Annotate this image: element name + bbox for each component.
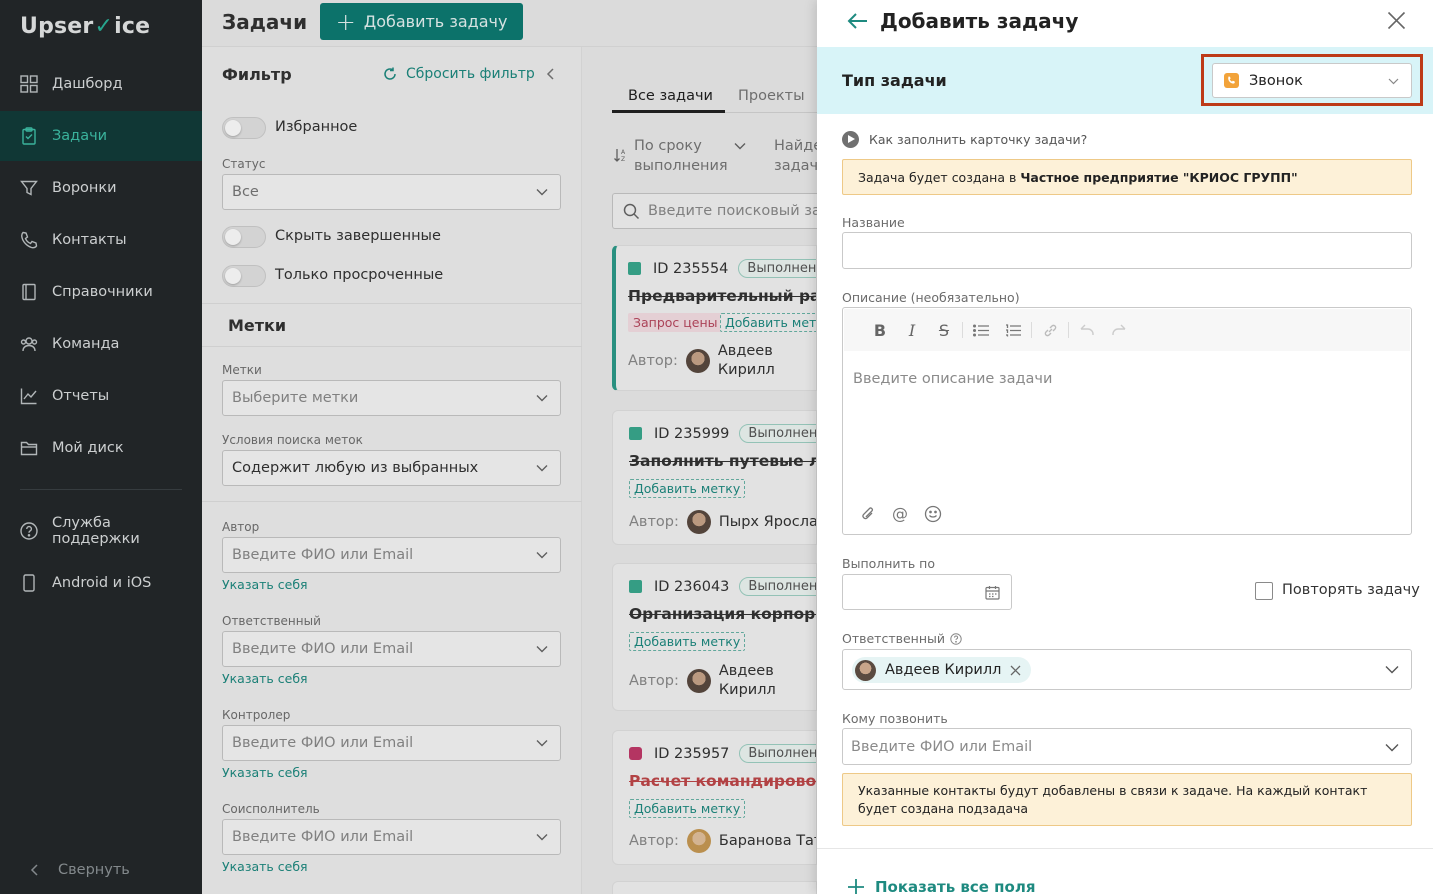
numbered-list-icon[interactable] [997,323,1029,337]
due-date-input[interactable] [842,574,1012,610]
responsible-label: Ответственный [842,631,962,646]
toolbar-separator [1031,322,1032,338]
call-to-select[interactable]: Введите ФИО или Email [842,728,1412,765]
italic-icon[interactable]: I [896,321,928,340]
chevron-down-icon [1385,666,1399,674]
due-date-label: Выполнить по [842,556,935,571]
attach-icon[interactable] [861,506,875,522]
emoji-icon[interactable] [924,505,942,523]
undo-icon[interactable] [1071,324,1103,336]
company-note: Задача будет создана в Частное предприят… [842,159,1412,195]
phone-type-icon [1224,73,1239,88]
description-editor[interactable]: B I S Введите описание задачи @ [842,307,1412,535]
link-icon[interactable] [1034,323,1066,338]
show-all-fields-button[interactable]: Показать все поля [847,878,1035,894]
strikethrough-icon[interactable]: S [928,321,960,340]
drawer-divider [817,848,1433,849]
repeat-task-label: Повторять задачу [1282,582,1420,598]
remove-chip-icon[interactable] [1010,665,1021,676]
contacts-note: Указанные контакты будут добавлены в свя… [842,773,1412,826]
redo-icon[interactable] [1103,324,1135,336]
responsible-select[interactable]: Авдеев Кирилл [842,649,1412,690]
chevron-down-icon [1388,78,1399,85]
company-note-prefix: Задача будет создана в [858,169,1021,185]
play-icon [842,131,859,148]
task-type-value: Звонок [1249,72,1303,89]
name-label: Название [842,215,905,230]
plus-icon [848,879,864,894]
drawer-title: Добавить задачу [880,9,1079,33]
mention-icon[interactable]: @ [892,504,908,523]
responsible-chip: Авдеев Кирилл [852,657,1032,683]
how-to-label: Как заполнить карточку задачи? [869,132,1088,147]
call-to-label: Кому позвонить [842,711,948,726]
show-all-label: Показать все поля [875,878,1036,894]
description-placeholder: Введите описание задачи [853,371,1053,387]
avatar [855,659,876,681]
repeat-task-checkbox[interactable] [1255,582,1273,600]
description-label: Описание (необязательно) [842,290,1020,305]
info-icon[interactable] [950,632,962,645]
task-name-input[interactable] [842,232,1412,269]
toolbar-separator [1068,322,1069,338]
how-to-fill-link[interactable]: Как заполнить карточку задачи? [842,131,1087,148]
company-name: Частное предприятие "КРИОС ГРУПП" [1020,169,1298,185]
back-arrow-icon[interactable] [847,12,869,30]
call-to-placeholder: Введите ФИО или Email [851,738,1033,755]
bold-icon[interactable]: B [864,321,896,340]
chevron-down-icon [1385,744,1399,752]
toolbar-separator [962,322,963,338]
editor-toolbar: B I S [844,309,1410,351]
responsible-name: Авдеев Кирилл [885,662,1002,678]
close-icon[interactable] [1387,11,1406,30]
task-type-bar: Тип задачи Звонок [817,47,1433,114]
responsible-label-text: Ответственный [842,631,946,646]
add-task-drawer: Добавить задачу Тип задачи Звонок Как за… [817,0,1433,894]
task-type-label: Тип задачи [842,71,947,90]
calendar-icon[interactable] [985,585,1000,600]
task-type-select[interactable]: Звонок [1212,63,1412,98]
modal-backdrop[interactable] [0,0,817,894]
bullet-list-icon[interactable] [965,323,997,337]
